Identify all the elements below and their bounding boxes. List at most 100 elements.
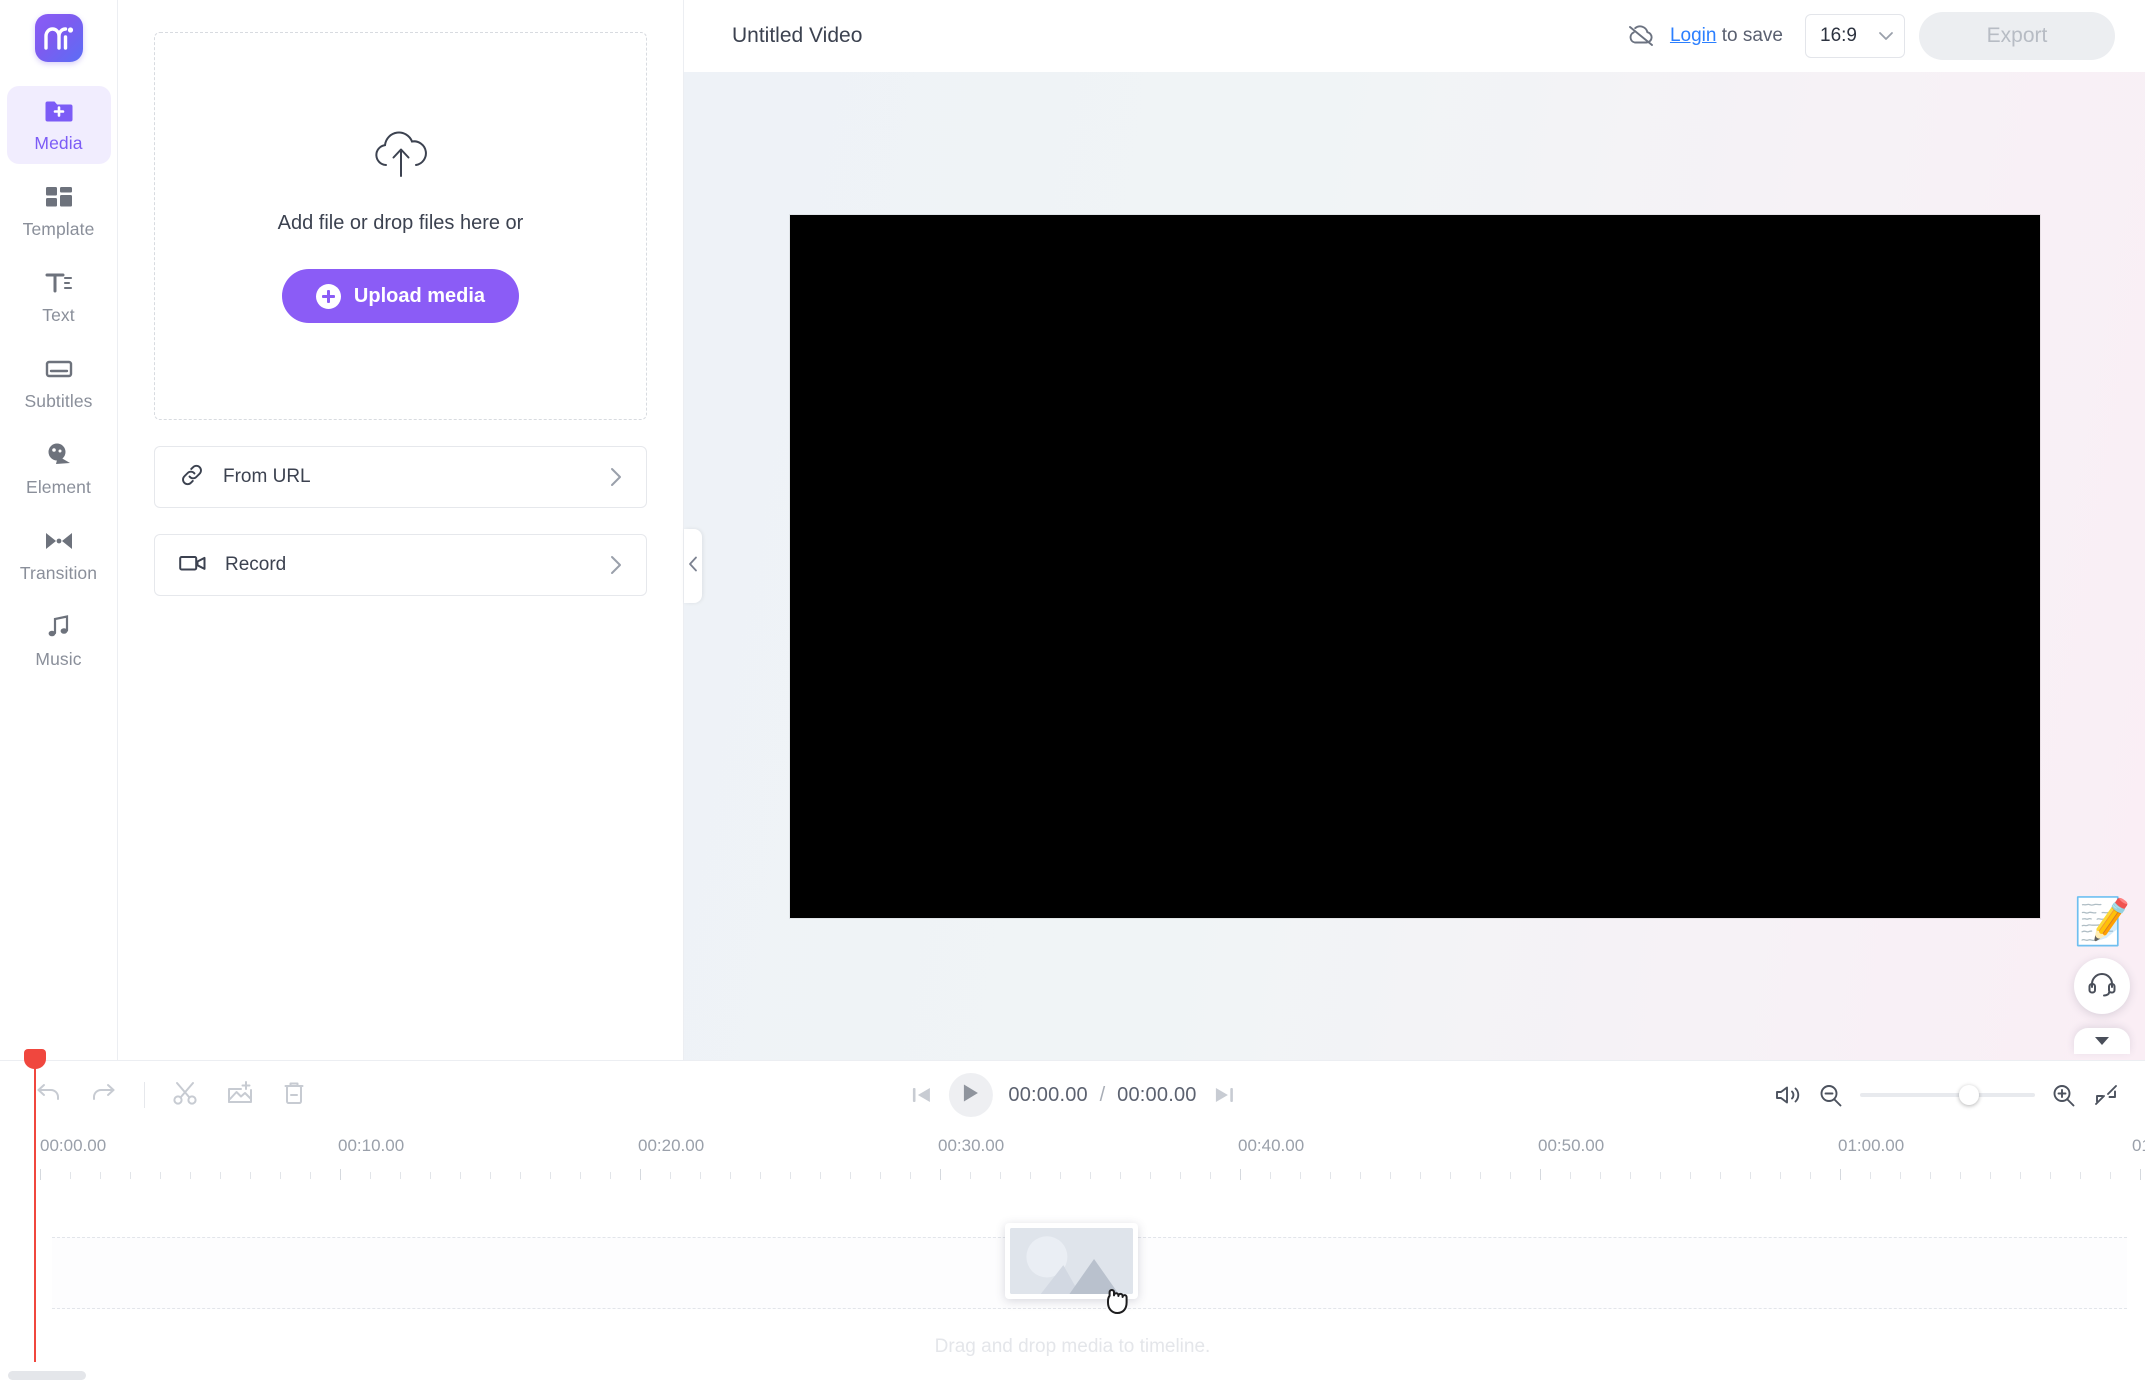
zoom-in-button[interactable]: [2051, 1083, 2077, 1107]
sidebar-item-element[interactable]: Element: [7, 430, 111, 508]
collapse-panel-handle[interactable]: [684, 529, 702, 603]
playhead[interactable]: [24, 1049, 46, 1362]
media-dropzone[interactable]: Add file or drop files here or Upload me…: [154, 32, 647, 420]
sidebar-item-label: Subtitles: [24, 391, 93, 411]
video-preview-canvas[interactable]: [789, 214, 2040, 918]
zoom-slider-knob[interactable]: [1958, 1085, 1979, 1105]
sidebar-item-label: Text: [42, 305, 75, 325]
sidebar-item-subtitles[interactable]: Subtitles: [7, 344, 111, 422]
toolbar-divider: [144, 1082, 145, 1108]
cloud-off-icon: [1626, 23, 1656, 49]
support-button[interactable]: [2074, 958, 2131, 1014]
ruler-tick-minor: [970, 1172, 971, 1179]
zoom-out-button[interactable]: [1818, 1083, 1844, 1107]
ruler-label: 00:30.00: [938, 1136, 1005, 1155]
sidebar-item-transition[interactable]: Transition: [7, 516, 111, 594]
export-button[interactable]: Export: [1919, 12, 2115, 60]
ruler-tick-minor: [1390, 1172, 1391, 1179]
ruler-tick-minor: [1210, 1172, 1211, 1179]
ruler-tick-minor: [430, 1172, 431, 1179]
sidebar-item-label: Music: [35, 649, 82, 669]
sidebar-item-music[interactable]: Music: [7, 602, 111, 680]
ruler-tick-minor: [1030, 1172, 1031, 1179]
volume-button[interactable]: [1774, 1083, 1802, 1107]
ruler-tick-minor: [1480, 1172, 1481, 1179]
ruler-tick-minor: [1450, 1172, 1451, 1179]
record-label: Record: [225, 554, 287, 575]
ruler-tick-minor: [1660, 1172, 1661, 1179]
project-title[interactable]: Untitled Video: [732, 24, 1612, 48]
ruler-tick-minor: [760, 1172, 761, 1179]
ruler-tick-minor: [1300, 1172, 1301, 1179]
timeline-hint: Drag and drop media to timeline.: [934, 1336, 1211, 1357]
media-panel: Add file or drop files here or Upload me…: [118, 0, 684, 1060]
sidebar-item-text[interactable]: Text: [7, 258, 111, 336]
floating-actions: 📝: [2074, 898, 2131, 1054]
ruler-tick-minor: [1780, 1172, 1781, 1179]
ruler-label: 00:40.00: [1238, 1136, 1305, 1155]
ruler-tick-minor: [1330, 1172, 1331, 1179]
skip-next-button[interactable]: [1213, 1084, 1235, 1106]
sidebar-item-media[interactable]: Media: [6, 86, 111, 164]
ruler-tick-minor: [2110, 1172, 2111, 1179]
collapse-floating-button[interactable]: [2074, 1028, 2131, 1054]
chevron-down-icon: [1878, 25, 1894, 47]
timeline-ruler[interactable]: 00:00.00 00:10.00 00:20.00 00:30.00 00:4…: [0, 1129, 2145, 1191]
upload-media-button[interactable]: Upload media: [281, 269, 520, 323]
zoom-slider[interactable]: [1860, 1085, 2035, 1105]
ruler-tick-minor: [490, 1172, 491, 1179]
add-media-button[interactable]: [217, 1072, 263, 1118]
ruler-tick-minor: [1000, 1172, 1001, 1179]
ruler-tick-minor: [190, 1172, 191, 1179]
ruler-tick-major: [1840, 1169, 1841, 1180]
ruler-tick-minor: [70, 1172, 71, 1179]
redo-button[interactable]: [80, 1072, 126, 1118]
app-logo[interactable]: [34, 14, 83, 62]
undo-button[interactable]: [26, 1072, 72, 1118]
ruler-tick-minor: [850, 1172, 851, 1179]
ruler-tick-minor: [1930, 1172, 1931, 1179]
sidebar-item-template[interactable]: Template: [7, 172, 111, 250]
element-shapes-icon: [44, 440, 74, 470]
ruler-tick-minor: [100, 1172, 101, 1179]
ruler-tick-major: [1240, 1169, 1241, 1180]
save-suffix: to save: [1716, 25, 1783, 46]
save-hint: Login to save: [1670, 25, 1783, 47]
skip-previous-button[interactable]: [910, 1084, 932, 1106]
from-url-button[interactable]: From URL: [154, 446, 647, 508]
ruler-tick-minor: [1630, 1172, 1631, 1179]
sidebar-item-label: Element: [26, 477, 91, 497]
ruler-tick-minor: [280, 1172, 281, 1179]
ruler-tick-minor: [130, 1172, 131, 1179]
timeline-right-controls: [1774, 1083, 2119, 1107]
aspect-ratio-select[interactable]: 16:9: [1805, 14, 1905, 58]
ruler-tick-minor: [160, 1172, 161, 1179]
timeline-horizontal-scrollbar[interactable]: [8, 1371, 86, 1380]
left-sidebar: Media Template Text Subtitles Element Tr…: [0, 0, 118, 1060]
fit-timeline-button[interactable]: [2093, 1083, 2119, 1107]
play-button[interactable]: [948, 1073, 993, 1117]
timeline: 00:00.00 / 00:00.00 00:00.00 00:10.00 00…: [0, 1049, 2145, 1384]
ruler-tick-minor: [550, 1172, 551, 1179]
headset-icon: [2088, 971, 2116, 1002]
template-grid-icon: [44, 182, 74, 212]
ruler-tick-minor: [520, 1172, 521, 1179]
ruler-tick-minor: [1570, 1172, 1571, 1179]
ruler-tick-minor: [2050, 1172, 2051, 1179]
total-time: 00:00.00: [1117, 1083, 1197, 1106]
trash-icon: [281, 1080, 307, 1111]
ruler-tick-minor: [1600, 1172, 1601, 1179]
ruler-tick-minor: [1510, 1172, 1511, 1179]
notepad-pencil-icon[interactable]: 📝: [2074, 898, 2131, 944]
ruler-tick-minor: [670, 1172, 671, 1179]
timeline-tracks[interactable]: Drag and drop media to timeline.: [0, 1191, 2145, 1384]
split-button[interactable]: [163, 1072, 209, 1118]
upper-region: Media Template Text Subtitles Element Tr…: [0, 0, 2145, 1060]
login-link[interactable]: Login: [1670, 25, 1717, 46]
ruler-tick-minor: [610, 1172, 611, 1179]
ruler-tick-minor: [1060, 1172, 1061, 1179]
record-button[interactable]: Record: [154, 534, 647, 596]
dropzone-text: Add file or drop files here or: [277, 212, 524, 234]
delete-button[interactable]: [271, 1072, 317, 1118]
ruler-tick-minor: [1360, 1172, 1361, 1179]
